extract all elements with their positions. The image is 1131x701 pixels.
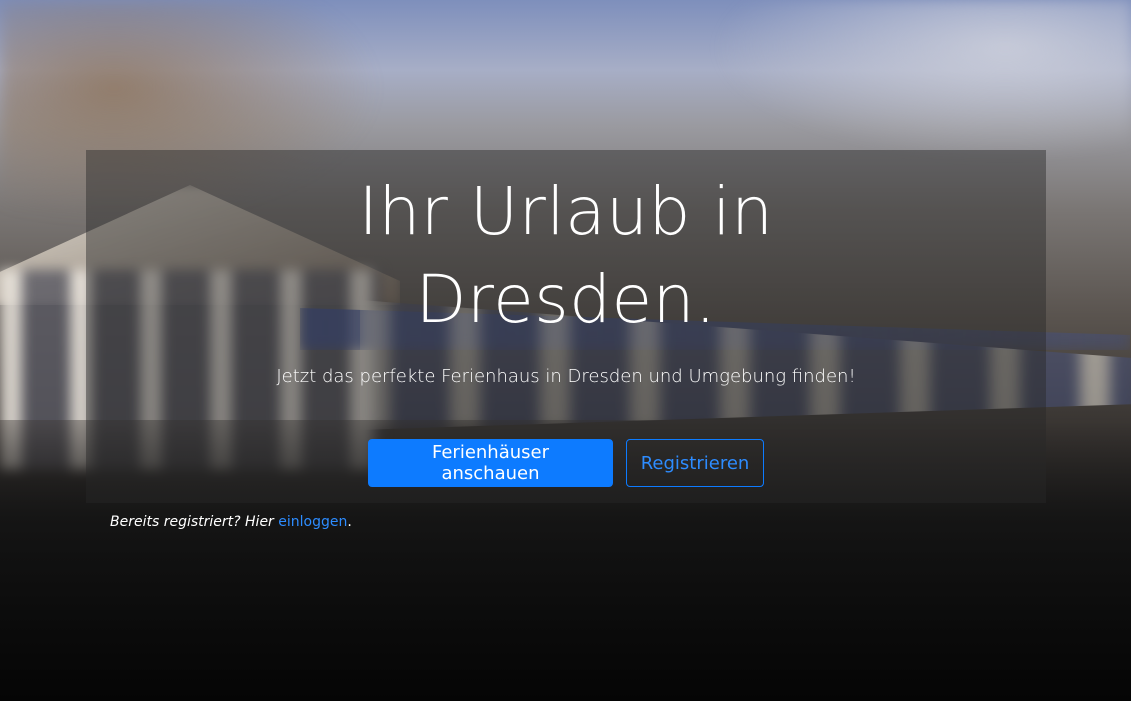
register-button[interactable]: Registrieren <box>626 439 764 487</box>
view-holiday-homes-button[interactable]: Ferienhäuser anschauen <box>368 439 613 487</box>
login-link[interactable]: einloggen <box>278 514 347 530</box>
hero-actions: Ferienhäuser anschauen Registrieren <box>86 439 1046 487</box>
login-note-suffix: . <box>347 514 352 530</box>
hero-panel: Ihr Urlaub in Dresden. Jetzt das perfekt… <box>86 150 1046 503</box>
background-sky-right <box>711 0 1131 160</box>
hero-headline-line2: Dresden. <box>415 261 717 338</box>
hero-headline-line1: Ihr Urlaub in <box>358 173 774 250</box>
login-note: Bereits registriert? Hier einloggen. <box>110 514 352 530</box>
hero-headline: Ihr Urlaub in Dresden. <box>86 168 1046 344</box>
hero-subline: Jetzt das perfekte Ferienhaus in Dresden… <box>276 366 856 387</box>
login-note-prefix: Bereits registriert? Hier <box>110 514 279 530</box>
